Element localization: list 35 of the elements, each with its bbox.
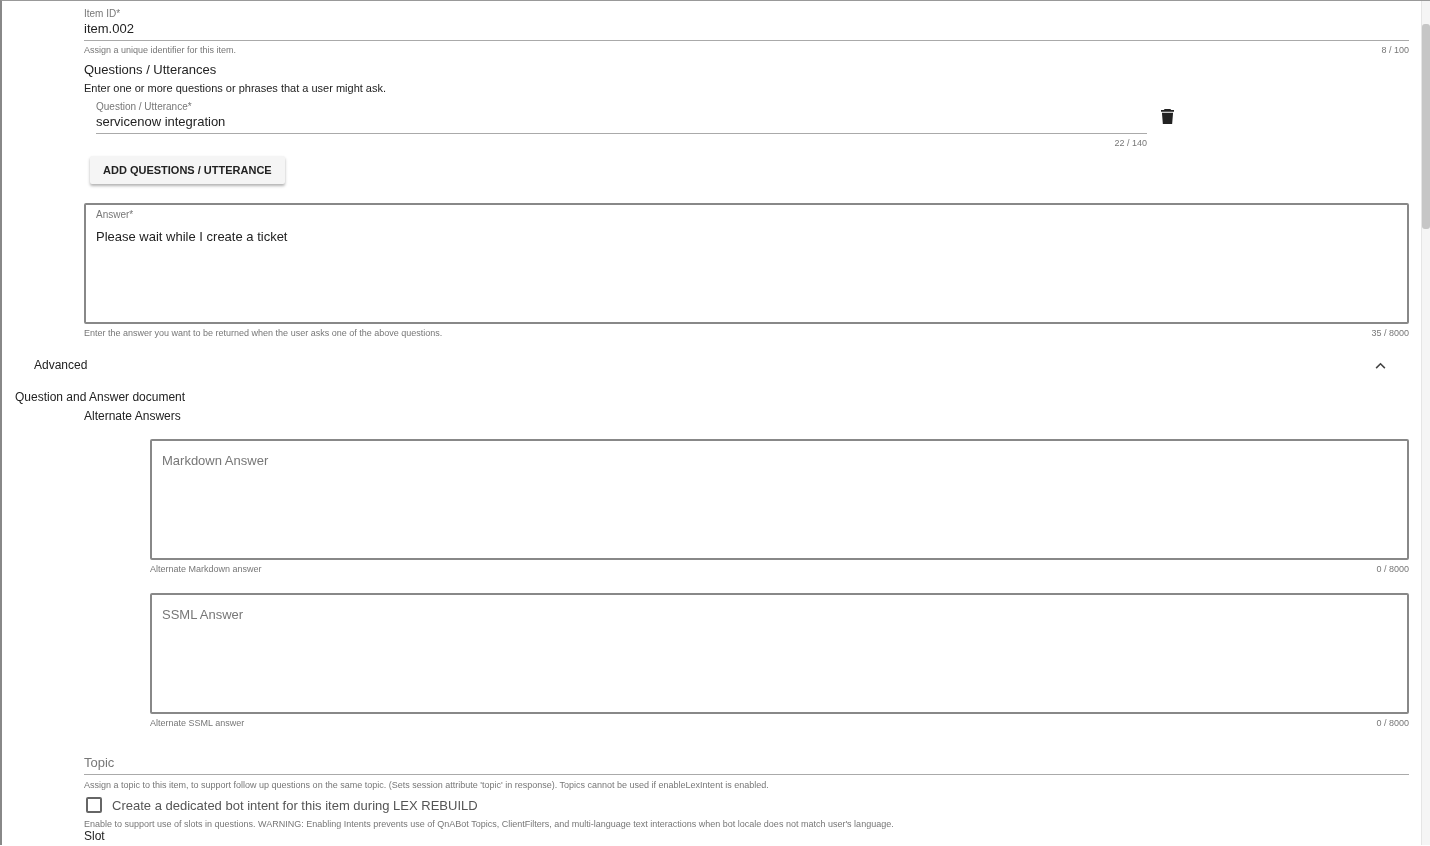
- hint-text: Enable to support use of slots in questions. WARNING: Enabling Intents prevents use of QnABot Topics, ClientFilters, and multi-language text interactions when bot locale does not match user's language.: [84, 819, 895, 829]
- question-field[interactable]: Question / Utterance* servicenow integration: [96, 94, 1147, 134]
- hint-text: Assign a topic to this item, to support follow up questions on the same topic. (Sets session attribute 'topic' in response). Topics cannot be used if enableLexIntent is enabled.: [84, 780, 770, 790]
- hint-text: Enter the answer you want to be returned when the user asks one of the above questions.: [84, 328, 443, 338]
- section-title: Slot: [84, 830, 106, 843]
- field-value: item.002: [84, 21, 135, 36]
- section-title: Advanced: [34, 358, 88, 372]
- section-title: Alternate Answers: [84, 409, 182, 423]
- advanced-header[interactable]: Advanced: [2, 338, 1409, 372]
- answer-field[interactable]: Markdown Answer: [150, 439, 1409, 560]
- field-label: Item ID*: [84, 8, 122, 19]
- character-counter: 0 / 8000: [1376, 564, 1409, 574]
- field-value: servicenow integration: [96, 114, 227, 129]
- answer-field[interactable]: SSML Answer: [150, 593, 1409, 714]
- checkbox-label: Create a dedicated bot intent for this item during LEX REBUILD: [112, 797, 478, 813]
- add-question-button[interactable]: ADD QUESTIONS / UTTERANCE: [90, 156, 285, 184]
- trash-icon[interactable]: [1161, 108, 1174, 124]
- field-label: Question / Utterance*: [96, 101, 193, 112]
- character-counter: 8 / 100: [1381, 45, 1409, 55]
- section-title: Questions / Utterances: [84, 62, 218, 77]
- character-counter: 35 / 8000: [1371, 328, 1409, 338]
- hint-text: Alternate SSML answer: [150, 718, 245, 728]
- section-title: Question and Answer document: [15, 390, 187, 404]
- scrollbar-thumb[interactable]: [1422, 24, 1430, 229]
- field-value: Please wait while I create a ticket: [96, 229, 289, 244]
- answer-field[interactable]: Answer* Please wait while I create a ticket: [84, 203, 1409, 324]
- item-id-field[interactable]: Item ID* item.002: [84, 1, 1409, 41]
- character-counter: 22 / 140: [1114, 138, 1147, 148]
- section-description: Enter one or more questions or phrases that a user might ask.: [84, 82, 388, 94]
- character-counter: 0 / 8000: [1376, 718, 1409, 728]
- field-label: Answer*: [96, 209, 135, 220]
- checkbox[interactable]: [86, 797, 102, 813]
- scrollbar[interactable]: [1421, 1, 1430, 845]
- hint-text: Assign a unique identifier for this item.: [84, 45, 237, 55]
- hint-text: Alternate Markdown answer: [150, 564, 262, 574]
